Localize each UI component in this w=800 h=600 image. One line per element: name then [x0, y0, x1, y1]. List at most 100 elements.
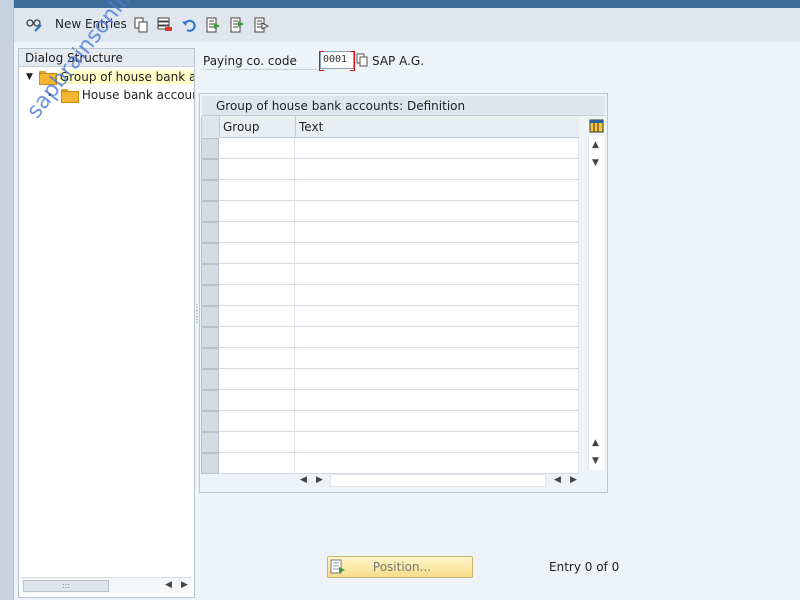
text-cell[interactable]: [295, 138, 579, 159]
row-selector[interactable]: [201, 159, 219, 180]
group-cell[interactable]: [219, 243, 295, 264]
table-row[interactable]: [201, 138, 579, 159]
row-selector[interactable]: [201, 180, 219, 201]
row-selector[interactable]: [201, 285, 219, 306]
text-cell[interactable]: [295, 243, 579, 264]
select-all-icon[interactable]: [204, 16, 222, 34]
edit-glasses-icon[interactable]: [24, 16, 44, 34]
column-header-text[interactable]: Text: [295, 116, 579, 138]
table-row[interactable]: [201, 222, 579, 243]
group-cell[interactable]: [219, 432, 295, 453]
group-cell[interactable]: [219, 327, 295, 348]
table-row[interactable]: [201, 348, 579, 369]
row-selector[interactable]: [201, 390, 219, 411]
scroll-right-icon[interactable]: ▶: [570, 475, 577, 485]
text-cell[interactable]: [295, 285, 579, 306]
scroll-up-icon[interactable]: ▲: [592, 438, 599, 448]
table-row[interactable]: [201, 306, 579, 327]
tree-horizontal-scrollbar[interactable]: ::: ◀ ▶: [21, 577, 192, 593]
position-button[interactable]: Position...: [327, 556, 473, 578]
new-entries-button[interactable]: New Entries: [55, 17, 127, 31]
undo-icon[interactable]: [180, 16, 198, 34]
row-selector[interactable]: [201, 369, 219, 390]
table-row[interactable]: [201, 453, 579, 474]
text-cell[interactable]: [295, 264, 579, 285]
copy-icon[interactable]: [132, 16, 150, 34]
table-row[interactable]: [201, 201, 579, 222]
row-selector[interactable]: [201, 243, 219, 264]
text-cell[interactable]: [295, 411, 579, 432]
text-cell[interactable]: [295, 306, 579, 327]
table-row[interactable]: [201, 243, 579, 264]
text-cell[interactable]: [295, 348, 579, 369]
position-button-label: Position...: [372, 560, 432, 574]
text-cell[interactable]: [295, 369, 579, 390]
group-cell[interactable]: [219, 369, 295, 390]
group-cell[interactable]: [219, 348, 295, 369]
table-row[interactable]: [201, 285, 579, 306]
table-row[interactable]: [201, 432, 579, 453]
value-help-icon[interactable]: [356, 53, 368, 67]
group-cell[interactable]: [219, 390, 295, 411]
scroll-left-icon[interactable]: ◀: [300, 475, 307, 485]
group-cell[interactable]: [219, 264, 295, 285]
text-cell[interactable]: [295, 180, 579, 201]
table-settings-icon[interactable]: [589, 118, 604, 134]
scroll-down-icon[interactable]: ▼: [592, 158, 599, 168]
scroll-right-icon[interactable]: ▶: [181, 580, 188, 590]
scroll-up-icon[interactable]: ▲: [592, 140, 599, 150]
group-cell[interactable]: [219, 138, 295, 159]
group-cell[interactable]: [219, 201, 295, 222]
deselect-all-icon[interactable]: [252, 16, 270, 34]
row-selector[interactable]: [201, 411, 219, 432]
delete-icon[interactable]: [156, 16, 174, 34]
text-cell[interactable]: [295, 390, 579, 411]
group-cell[interactable]: [219, 180, 295, 201]
group-cell[interactable]: [219, 453, 295, 474]
scroll-left-icon[interactable]: ◀: [165, 580, 172, 590]
row-selector[interactable]: [201, 306, 219, 327]
text-cell[interactable]: [295, 222, 579, 243]
scrollbar-thumb[interactable]: :::: [23, 580, 109, 592]
row-selector[interactable]: [201, 201, 219, 222]
group-cell[interactable]: [219, 222, 295, 243]
scroll-left-icon[interactable]: ◀: [554, 475, 561, 485]
table-row[interactable]: [201, 390, 579, 411]
table-row[interactable]: [201, 327, 579, 348]
text-cell[interactable]: [295, 159, 579, 180]
table-horizontal-scrollbar[interactable]: ◀ ▶ ◀ ▶: [294, 472, 584, 488]
group-cell[interactable]: [219, 159, 295, 180]
row-selector[interactable]: [201, 453, 219, 474]
row-selector[interactable]: [201, 348, 219, 369]
group-cell[interactable]: [219, 306, 295, 327]
group-cell[interactable]: [219, 411, 295, 432]
row-selector[interactable]: [201, 432, 219, 453]
table-row[interactable]: [201, 159, 579, 180]
tree-item-group-of-house-bank-accounts[interactable]: ▼ Group of house bank acc: [19, 68, 194, 86]
scrollbar-track[interactable]: [330, 474, 546, 487]
text-cell[interactable]: [295, 453, 579, 474]
row-selector[interactable]: [201, 138, 219, 159]
table-row[interactable]: [201, 411, 579, 432]
scroll-down-icon[interactable]: ▼: [592, 456, 599, 466]
column-header-group[interactable]: Group: [219, 116, 295, 138]
table-row[interactable]: [201, 180, 579, 201]
table-vertical-scrollbar[interactable]: ▲ ▼ ▲ ▼: [588, 136, 604, 470]
row-selector[interactable]: [201, 327, 219, 348]
panel-splitter-handle[interactable]: ⋮ ⋮ ⋮: [193, 304, 201, 331]
table-row[interactable]: [201, 264, 579, 285]
table-row[interactable]: [201, 369, 579, 390]
row-selector[interactable]: [201, 222, 219, 243]
paying-co-code-field[interactable]: 0001: [319, 51, 355, 71]
chevron-down-icon[interactable]: ▼: [26, 72, 33, 82]
scroll-right-icon[interactable]: ▶: [316, 475, 323, 485]
text-cell[interactable]: [295, 201, 579, 222]
select-block-icon[interactable]: [228, 16, 246, 34]
text-cell[interactable]: [295, 327, 579, 348]
tree-item-house-bank-accounts[interactable]: • House bank accounts: [19, 86, 194, 104]
group-cell[interactable]: [219, 285, 295, 306]
row-selector[interactable]: [201, 264, 219, 285]
folder-icon: [60, 89, 79, 103]
select-all-rows-button[interactable]: [201, 116, 219, 138]
text-cell[interactable]: [295, 432, 579, 453]
